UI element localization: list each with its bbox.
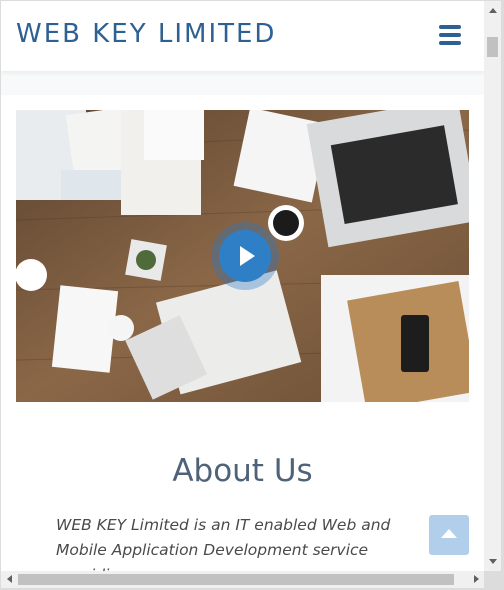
horizontal-scroll-thumb[interactable] (18, 574, 454, 585)
scroll-up-arrow-icon[interactable] (489, 8, 497, 13)
navbar: WEB KEY LIMITED (1, 1, 484, 71)
horizontal-scrollbar[interactable] (1, 571, 484, 588)
about-text: WEB KEY Limited is an IT enabled Web and… (56, 516, 391, 571)
header-band (1, 71, 484, 95)
hamburger-icon[interactable] (439, 25, 461, 45)
brand-logo[interactable]: WEB KEY LIMITED (16, 19, 276, 49)
vertical-scroll-thumb[interactable] (487, 37, 498, 57)
scroll-down-arrow-icon[interactable] (489, 559, 497, 564)
about-heading: About Us (172, 453, 313, 489)
play-icon (219, 230, 271, 282)
play-button[interactable] (211, 222, 279, 290)
hero-video[interactable] (16, 110, 469, 402)
vertical-scrollbar[interactable] (484, 1, 501, 571)
scrollbar-corner (484, 571, 501, 588)
scroll-left-arrow-icon[interactable] (7, 575, 12, 583)
chevron-up-icon[interactable] (429, 515, 469, 555)
scroll-right-arrow-icon[interactable] (474, 575, 479, 583)
page-viewport: WEB KEY LIMITED About Us WEB KEY Limited… (1, 1, 484, 571)
